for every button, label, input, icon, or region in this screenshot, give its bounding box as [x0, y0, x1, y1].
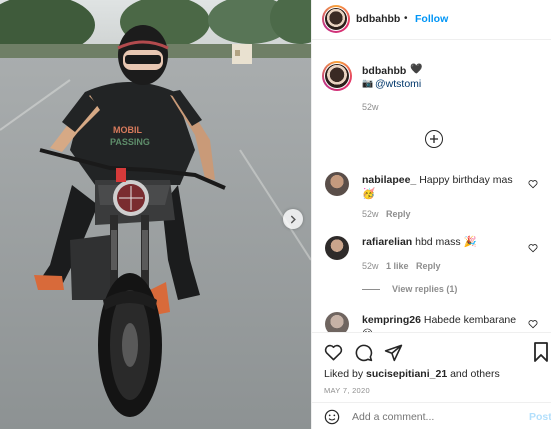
load-more-comments-button[interactable] — [425, 130, 443, 148]
save-bookmark-icon[interactable] — [533, 342, 549, 362]
comment-emoji: 🎉 — [463, 236, 477, 248]
caption-username[interactable]: bdbahbb — [362, 65, 406, 77]
tshirt-print-line1: MOBIL — [113, 125, 142, 135]
share-paper-plane-icon[interactable] — [384, 343, 403, 362]
chevron-right-icon — [290, 215, 296, 223]
comment-input[interactable] — [352, 409, 512, 425]
follow-button[interactable]: Follow — [415, 13, 448, 25]
liked-by-prefix: Liked by — [324, 368, 364, 380]
view-replies-button[interactable]: View replies (1) — [392, 284, 457, 294]
post-header: bdbahbb • Follow — [312, 0, 551, 40]
like-heart-icon[interactable] — [324, 343, 343, 362]
like-comment-heart-icon[interactable] — [528, 179, 538, 189]
comment-text: hbd mass — [415, 236, 461, 248]
commenter-avatar[interactable] — [325, 236, 349, 260]
author-avatar[interactable] — [325, 8, 347, 30]
header-separator: • — [404, 13, 408, 24]
tshirt-print-line2: PASSING — [110, 137, 150, 147]
comment-likes[interactable]: 1 like — [386, 261, 409, 271]
comment-text-block: kempring26 Habede kembarane 😃 — [362, 313, 527, 332]
post-actions: Liked by sucisepitiani_21 and others MAY… — [312, 332, 551, 402]
comment-emoji: 🥳 — [362, 188, 376, 200]
camera-emoji: 📷 — [362, 78, 374, 88]
comment-text-block: nabilapee_ Happy birthday mas 🥳 — [362, 173, 522, 201]
liked-by-line: Liked by sucisepitiani_21 and others — [324, 368, 500, 380]
replies-divider — [362, 289, 380, 290]
commenter-avatar[interactable] — [325, 312, 349, 332]
liked-by-user[interactable]: sucisepitiani_21 — [366, 368, 447, 380]
liked-by-suffix[interactable]: and others — [450, 368, 500, 380]
like-comment-heart-icon[interactable] — [528, 243, 538, 253]
post-comment-button[interactable]: Post — [529, 411, 551, 423]
comment-username[interactable]: rafiarelian — [362, 236, 412, 248]
heart-emoji: 🖤 — [410, 64, 423, 75]
motorcycle-rider-photo: MOBIL PASSING — [0, 0, 311, 429]
comment-bubble-icon[interactable] — [354, 343, 373, 362]
next-photo-button[interactable] — [283, 209, 303, 229]
emoji-smiley-icon[interactable] — [324, 409, 340, 425]
caption-mention[interactable]: @wtstomi — [375, 78, 421, 90]
caption-avatar[interactable] — [325, 64, 349, 88]
commenter-avatar[interactable] — [325, 172, 349, 196]
caption-time: 52w — [362, 102, 379, 112]
comment-time: 52w — [362, 261, 379, 271]
comment-time: 52w — [362, 209, 379, 219]
reply-button[interactable]: Reply — [386, 209, 411, 219]
author-username[interactable]: bdbahbb — [356, 13, 400, 25]
reply-button[interactable]: Reply — [416, 261, 441, 271]
comment-username[interactable]: kempring26 — [362, 314, 421, 326]
like-comment-heart-icon[interactable] — [528, 319, 538, 329]
comment-text: Habede kembarane — [423, 314, 517, 326]
comment-text-block: rafiarelian hbd mass 🎉 — [362, 235, 522, 249]
add-comment-bar: Post — [312, 402, 551, 429]
comment-username[interactable]: nabilapee_ — [362, 174, 416, 186]
post-date: MAY 7, 2020 — [324, 386, 370, 395]
plus-icon — [430, 135, 438, 143]
comments-list[interactable]: bdbahbb 🖤 📷 @wtstomi 52w nabilapee_ Happ… — [312, 41, 551, 332]
post-side-panel: bdbahbb • Follow bdbahbb 🖤 📷 @wtstomi 52… — [311, 0, 551, 429]
instagram-post-modal: MOBIL PASSING bdbahbb • Follow bdbahbb 🖤… — [0, 0, 551, 429]
comment-text: Happy birthday mas — [419, 174, 513, 186]
post-photo[interactable]: MOBIL PASSING — [0, 0, 311, 429]
